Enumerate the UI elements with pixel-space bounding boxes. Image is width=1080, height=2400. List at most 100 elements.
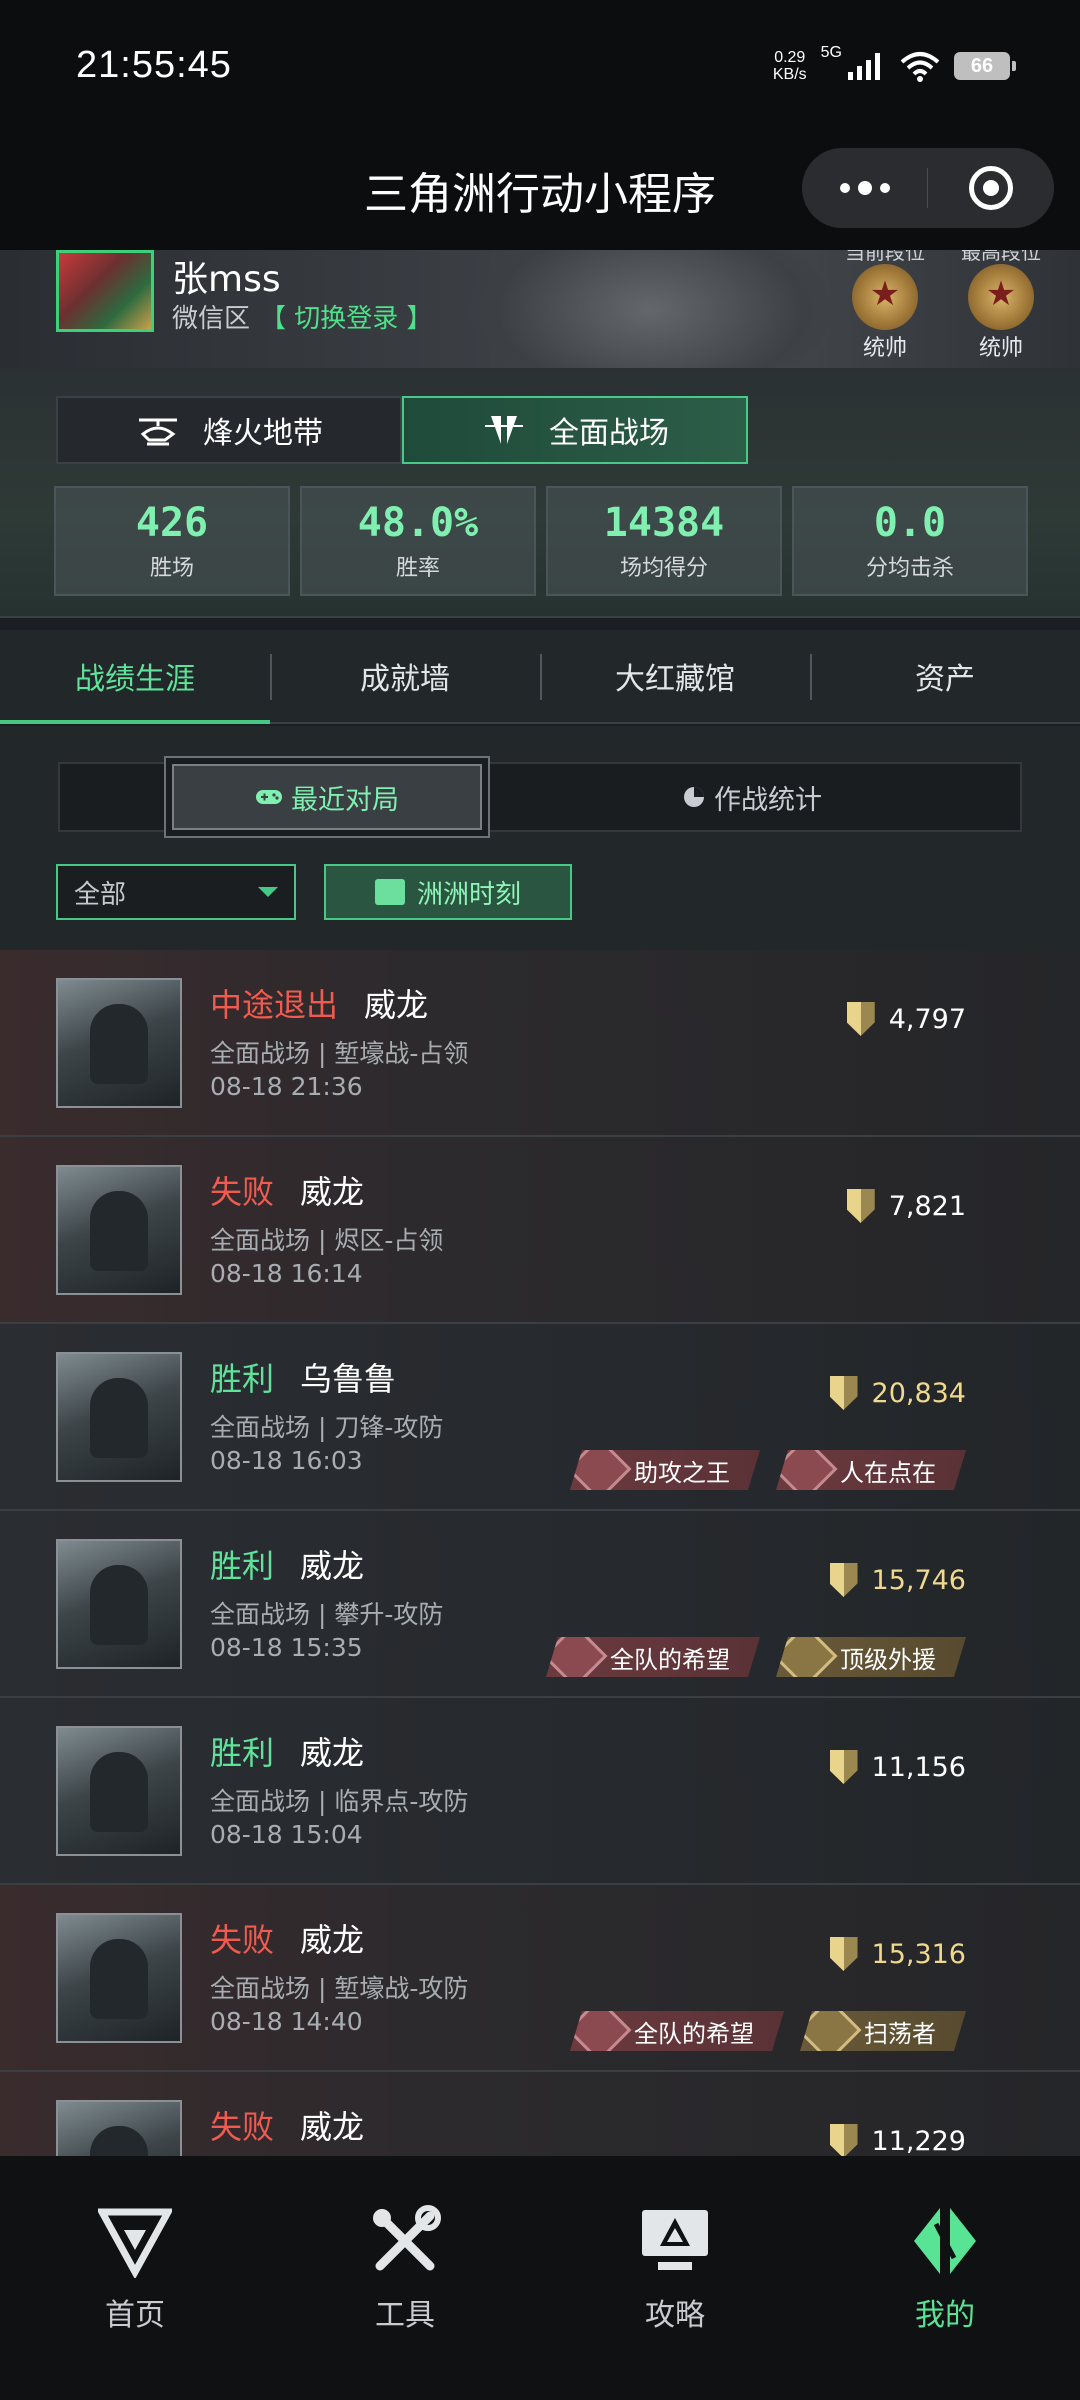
match-mode: 全面战场 | 刀锋-攻防	[210, 1413, 444, 1442]
status-bar: 21:55:45 0.29 KB/s 5G 66	[0, 0, 1080, 130]
current-rank: 当前段位 统帅	[840, 250, 930, 362]
clapperboard-icon	[374, 879, 405, 905]
operator-name: 威龙	[300, 1734, 365, 1772]
match-mode: 全面战场 | 堑壕战-攻防	[210, 1974, 469, 2003]
match-row[interactable]: 失败 威龙 全面战场 | 堑壕战-攻防 08-18 14:40 15,316 全队…	[0, 1885, 1080, 2072]
guide-monitor-icon	[642, 2210, 708, 2270]
switch-login-link[interactable]: 【 切换登录 】	[260, 304, 433, 334]
match-mode: 全面战场 | 攀升-攻防	[210, 1600, 444, 1629]
home-logo-icon	[98, 2208, 172, 2278]
nav-guide[interactable]: 攻略	[540, 2156, 810, 2400]
match-tags: 全队的希望 扫荡者	[570, 2011, 966, 2051]
tab-all-out-warfare[interactable]: 全面战场	[402, 396, 748, 464]
avatar[interactable]	[56, 250, 154, 332]
stat-win-rate: 48.0% 胜率	[300, 486, 536, 596]
segment-recent-matches[interactable]: 最近对局	[172, 764, 482, 830]
filters: 全部 洲洲时刻	[56, 864, 572, 920]
score-shield-icon	[846, 1002, 875, 1036]
rank-badge-icon	[968, 264, 1034, 330]
more-dots-icon	[839, 181, 890, 195]
match-row[interactable]: 胜利 乌鲁鲁 全面战场 | 刀锋-攻防 08-18 16:03 20,834 助攻…	[0, 1324, 1080, 1511]
status-time: 21:55:45	[76, 44, 232, 86]
network-speed: 0.29 KB/s	[772, 49, 807, 83]
more-button[interactable]	[802, 148, 927, 228]
match-tags: 全队的希望 顶级外援	[546, 1637, 966, 1677]
match-score: 15,746	[829, 1563, 966, 1597]
match-result: 失败	[210, 1173, 275, 1211]
match-row[interactable]: 胜利 威龙 全面战场 | 攀升-攻防 08-18 15:35 15,746 全队的…	[0, 1511, 1080, 1698]
match-time: 08-18 15:35	[210, 1633, 363, 1662]
tab-assets[interactable]: 资产	[810, 630, 1080, 722]
gamepad-icon	[256, 790, 282, 804]
history-controls: 最近对局 作战统计 全部 洲洲时刻	[0, 726, 1080, 950]
pie-chart-icon	[684, 787, 704, 807]
operator-portrait	[56, 1352, 182, 1482]
helicopter-icon	[139, 418, 177, 446]
mode-stats-panel: 烽火地带 全面战场 426 胜场 48.0% 胜率 14384 场均得分 0.0 分均击…	[0, 368, 1080, 618]
operator-portrait	[56, 1726, 182, 1856]
chevron-down-icon	[258, 887, 278, 897]
nav-tools[interactable]: 工具	[270, 2156, 540, 2400]
match-time: 08-18 15:04	[210, 1820, 363, 1849]
match-score: 4,797	[846, 1002, 966, 1036]
match-row[interactable]: 失败 威龙 全面战场 | 烬区-占领 08-18 16:14 7,821	[0, 1137, 1080, 1324]
match-result: 胜利	[210, 1360, 275, 1398]
match-mode: 全面战场 | 烬区-占领	[210, 1226, 444, 1255]
honor-tag: 全队的希望	[546, 1637, 760, 1677]
honor-tag: 扫荡者	[800, 2011, 966, 2051]
match-score: 11,229	[829, 2124, 966, 2156]
tab-hazard-zone[interactable]: 烽火地带	[56, 396, 402, 464]
match-result: 失败	[210, 1921, 275, 1959]
score-shield-icon	[829, 2124, 858, 2156]
honor-tag: 人在点在	[776, 1450, 966, 1490]
bottom-nav: 首页 工具 攻略 我的	[0, 2156, 1080, 2400]
honor-badge-icon	[542, 1623, 607, 1688]
highlight-moments-button[interactable]: 洲洲时刻	[324, 864, 572, 920]
operator-portrait	[56, 978, 182, 1108]
match-list: 中途退出 威龙 全面战场 | 堑壕战-占领 08-18 21:36 4,797 失…	[0, 950, 1080, 2156]
honor-tag: 顶级外援	[776, 1637, 966, 1677]
profile-header: 张mss 微信区【 切换登录 】 当前段位 统帅 最高段位 统帅	[0, 250, 1080, 368]
match-mode: 全面战场 | 堑壕战-占领	[210, 1039, 469, 1068]
mode-filter-select[interactable]: 全部	[56, 864, 296, 920]
match-score: 20,834	[829, 1376, 966, 1410]
highest-rank: 最高段位 统帅	[956, 250, 1046, 362]
match-time: 08-18 21:36	[210, 1072, 363, 1101]
stats-row: 426 胜场 48.0% 胜率 14384 场均得分 0.0 分均击杀	[54, 486, 1028, 596]
operator-name: 威龙	[300, 1547, 365, 1585]
operator-portrait	[56, 1165, 182, 1295]
nav-home[interactable]: 首页	[0, 2156, 270, 2400]
mode-tabs: 烽火地带 全面战场	[56, 396, 748, 464]
operator-name: 威龙	[300, 2108, 365, 2146]
match-row[interactable]: 胜利 威龙 全面战场 | 临界点-攻防 08-18 15:04 11,156	[0, 1698, 1080, 1885]
network-type: 5G	[820, 44, 842, 61]
match-result: 胜利	[210, 1547, 275, 1585]
miniprogram-capsule	[802, 148, 1054, 228]
profile-logo-icon	[914, 2208, 976, 2274]
tab-collection[interactable]: 大红藏馆	[540, 630, 810, 722]
operator-portrait	[56, 1913, 182, 2043]
player-name: 张mss	[172, 259, 281, 300]
match-tags: 助攻之王 人在点在	[570, 1450, 966, 1490]
honor-badge-icon	[796, 1997, 861, 2062]
operator-portrait	[56, 2100, 182, 2156]
match-row[interactable]: 失败 威龙 11,229	[0, 2072, 1080, 2156]
operator-name: 威龙	[300, 1921, 365, 1959]
tools-icon	[373, 2205, 441, 2271]
tab-achievements[interactable]: 成就墙	[270, 630, 540, 722]
nav-profile[interactable]: 我的	[810, 2156, 1080, 2400]
warfare-icon	[485, 416, 523, 444]
segment-combat-stats[interactable]: 作战统计	[502, 764, 1002, 830]
status-icons: 0.29 KB/s 5G 66	[772, 44, 1016, 88]
match-row[interactable]: 中途退出 威龙 全面战场 | 堑壕战-占领 08-18 21:36 4,797	[0, 950, 1080, 1137]
close-miniprogram-button[interactable]	[928, 148, 1053, 228]
title-bar: 三角洲行动小程序	[0, 130, 1080, 250]
tab-career[interactable]: 战绩生涯	[0, 630, 270, 724]
battery-icon: 66	[954, 52, 1016, 80]
match-score: 15,316	[829, 1937, 966, 1971]
score-shield-icon	[829, 1563, 858, 1597]
match-result: 胜利	[210, 1734, 275, 1772]
honor-tag: 助攻之王	[570, 1450, 760, 1490]
match-mode: 全面战场 | 临界点-攻防	[210, 1787, 469, 1816]
operator-portrait	[56, 1539, 182, 1669]
